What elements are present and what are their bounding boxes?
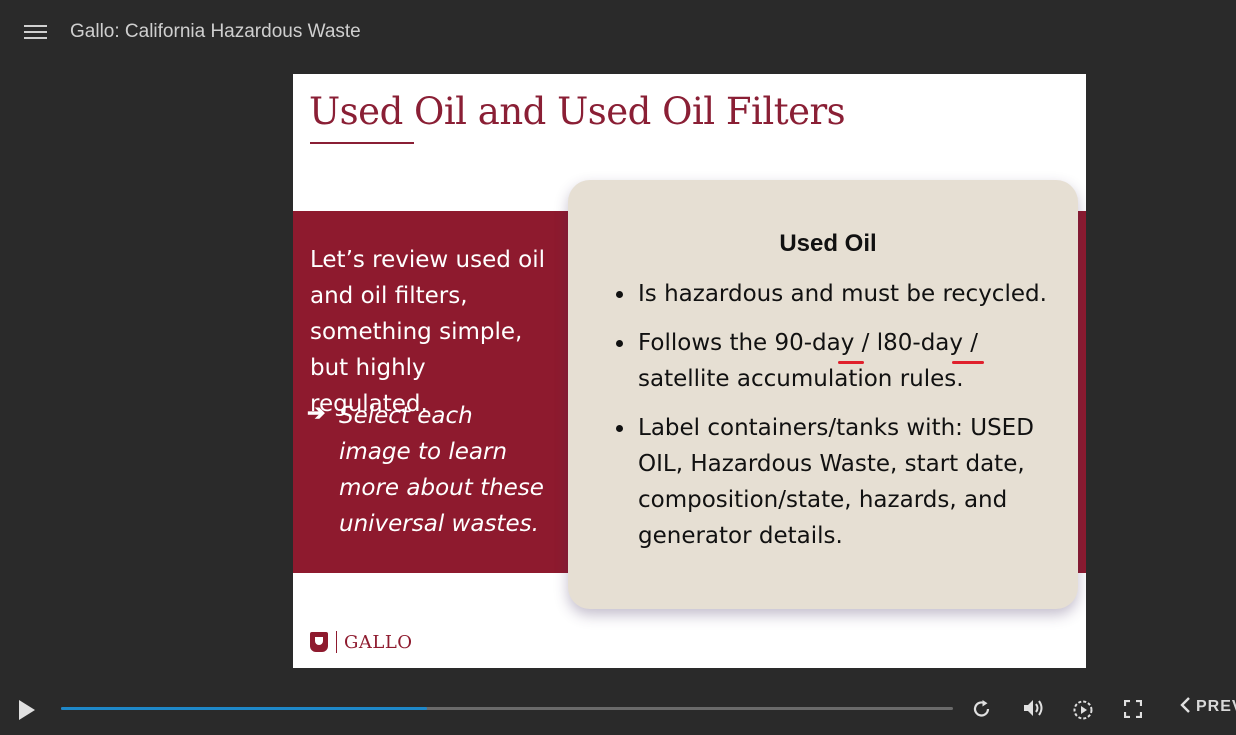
instruction-text: Select each image to learn more about th… [339, 403, 544, 537]
bullet-list: Is hazardous and must be recycled. Follo… [616, 276, 1064, 567]
gallo-shield-icon [310, 632, 328, 652]
slide-title: Used Oil and Used Oil Filters [309, 90, 846, 133]
player-controls: PREV [0, 688, 1236, 735]
intro-text: Let’s review used oil and oil filters, s… [310, 247, 546, 417]
top-bar: Gallo: California Hazardous Waste [0, 0, 1236, 66]
used-oil-card: Used Oil Is hazardous and must be recycl… [568, 180, 1078, 609]
bullet-item: Is hazardous and must be recycled. [636, 276, 1064, 312]
card-title: Used Oil [779, 230, 877, 257]
prev-button[interactable]: PREV [1180, 697, 1236, 716]
course-title: Gallo: California Hazardous Waste [70, 21, 361, 42]
slide: Used Oil and Used Oil Filters Let’s revi… [293, 74, 1086, 668]
title-underline [310, 142, 414, 144]
play-icon[interactable] [17, 699, 37, 726]
prev-label: PREV [1196, 698, 1236, 715]
gallo-logo: GALLO [310, 631, 413, 653]
logo-divider [336, 631, 337, 653]
bullet-item: Label containers/tanks with: USED OIL, H… [636, 410, 1064, 554]
spellcheck-mark [952, 361, 984, 364]
spellcheck-mark [838, 361, 864, 364]
fullscreen-icon[interactable] [1123, 699, 1143, 723]
progress-bar[interactable] [61, 707, 953, 710]
progress-fill [61, 707, 427, 710]
logo-text: GALLO [344, 631, 413, 653]
playback-speed-icon[interactable] [1072, 699, 1094, 726]
arrow-icon: ➔ [307, 400, 326, 425]
chevron-left-icon [1180, 697, 1190, 713]
volume-icon[interactable] [1022, 698, 1046, 723]
replay-icon[interactable] [972, 699, 992, 724]
hamburger-menu-icon[interactable] [24, 24, 47, 41]
